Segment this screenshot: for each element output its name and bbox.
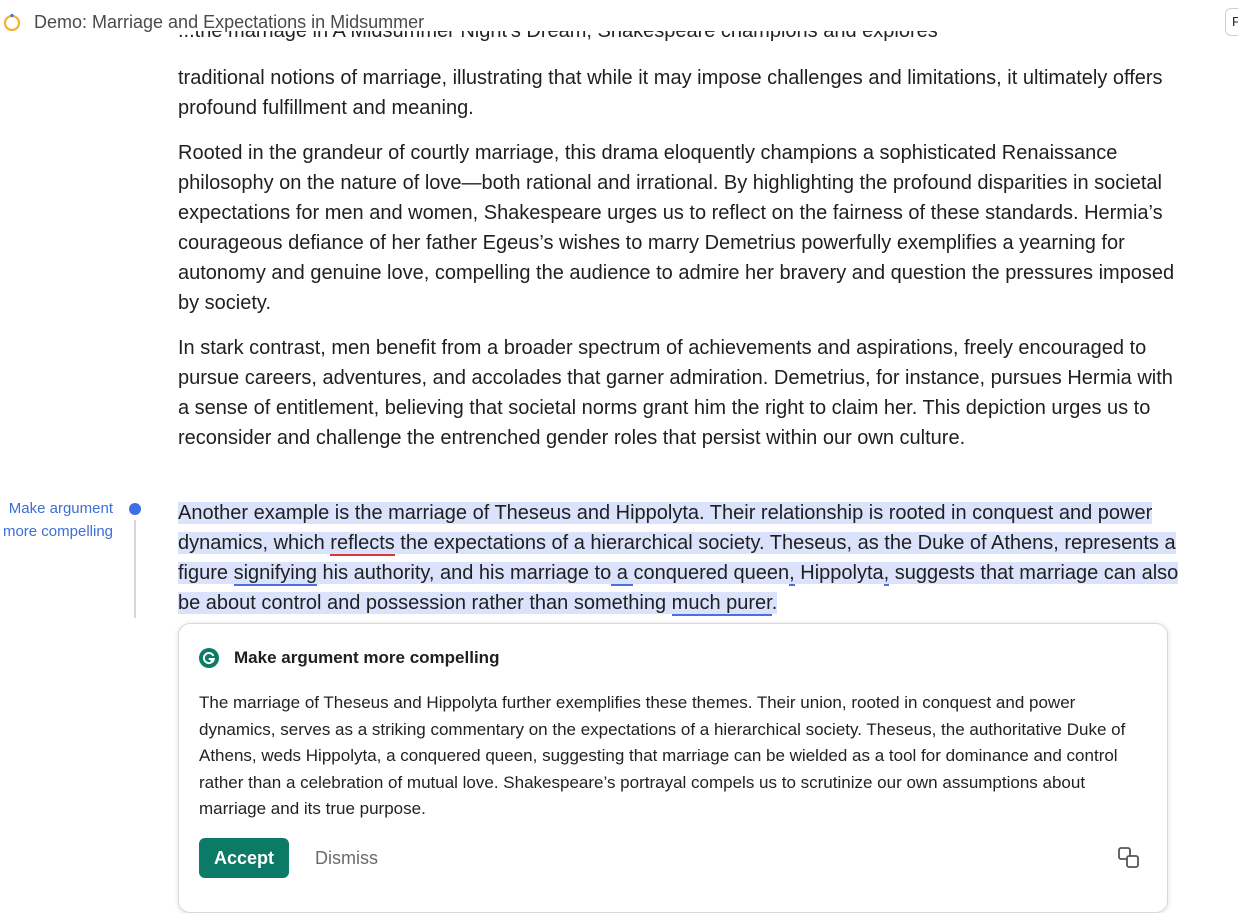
suggestion-word[interactable]: much purer — [671, 592, 772, 616]
grammarly-g-icon — [199, 648, 219, 668]
logo-icon — [3, 13, 21, 31]
highlighted-paragraph[interactable]: Another example is the marriage of These… — [178, 498, 1188, 618]
suggestion-marker-line — [134, 520, 136, 618]
copy-icon[interactable] — [1117, 846, 1141, 870]
suggestion-side-label[interactable]: Make argument more compelling — [0, 497, 113, 543]
suggestion-card: Make argument more compelling The marria… — [178, 623, 1168, 913]
suggestion-marker-dot[interactable] — [129, 503, 141, 515]
document-title: Demo: Marriage and Expectations in Midsu… — [34, 12, 425, 32]
accept-button[interactable]: Accept — [199, 838, 289, 878]
paragraph: In stark contrast, men benefit from a br… — [178, 337, 1173, 449]
suggestion-word[interactable]: signifying — [233, 562, 317, 586]
clipped-text-line: ...the marriage in A Midsummer Night's D… — [178, 31, 938, 42]
suggestion-word[interactable]: a — [611, 562, 634, 586]
paragraph: traditional notions of marriage, illustr… — [178, 67, 1163, 119]
suggestion-text: The marriage of Theseus and Hippolyta fu… — [199, 693, 1126, 818]
spelling-issue-word[interactable]: reflects — [330, 532, 395, 556]
dismiss-button[interactable]: Dismiss — [305, 838, 395, 878]
paragraph: Rooted in the grandeur of courtly marria… — [178, 142, 1175, 314]
corner-button[interactable]: F — [1225, 8, 1238, 36]
suggestion-title: Make argument more compelling — [234, 648, 500, 667]
